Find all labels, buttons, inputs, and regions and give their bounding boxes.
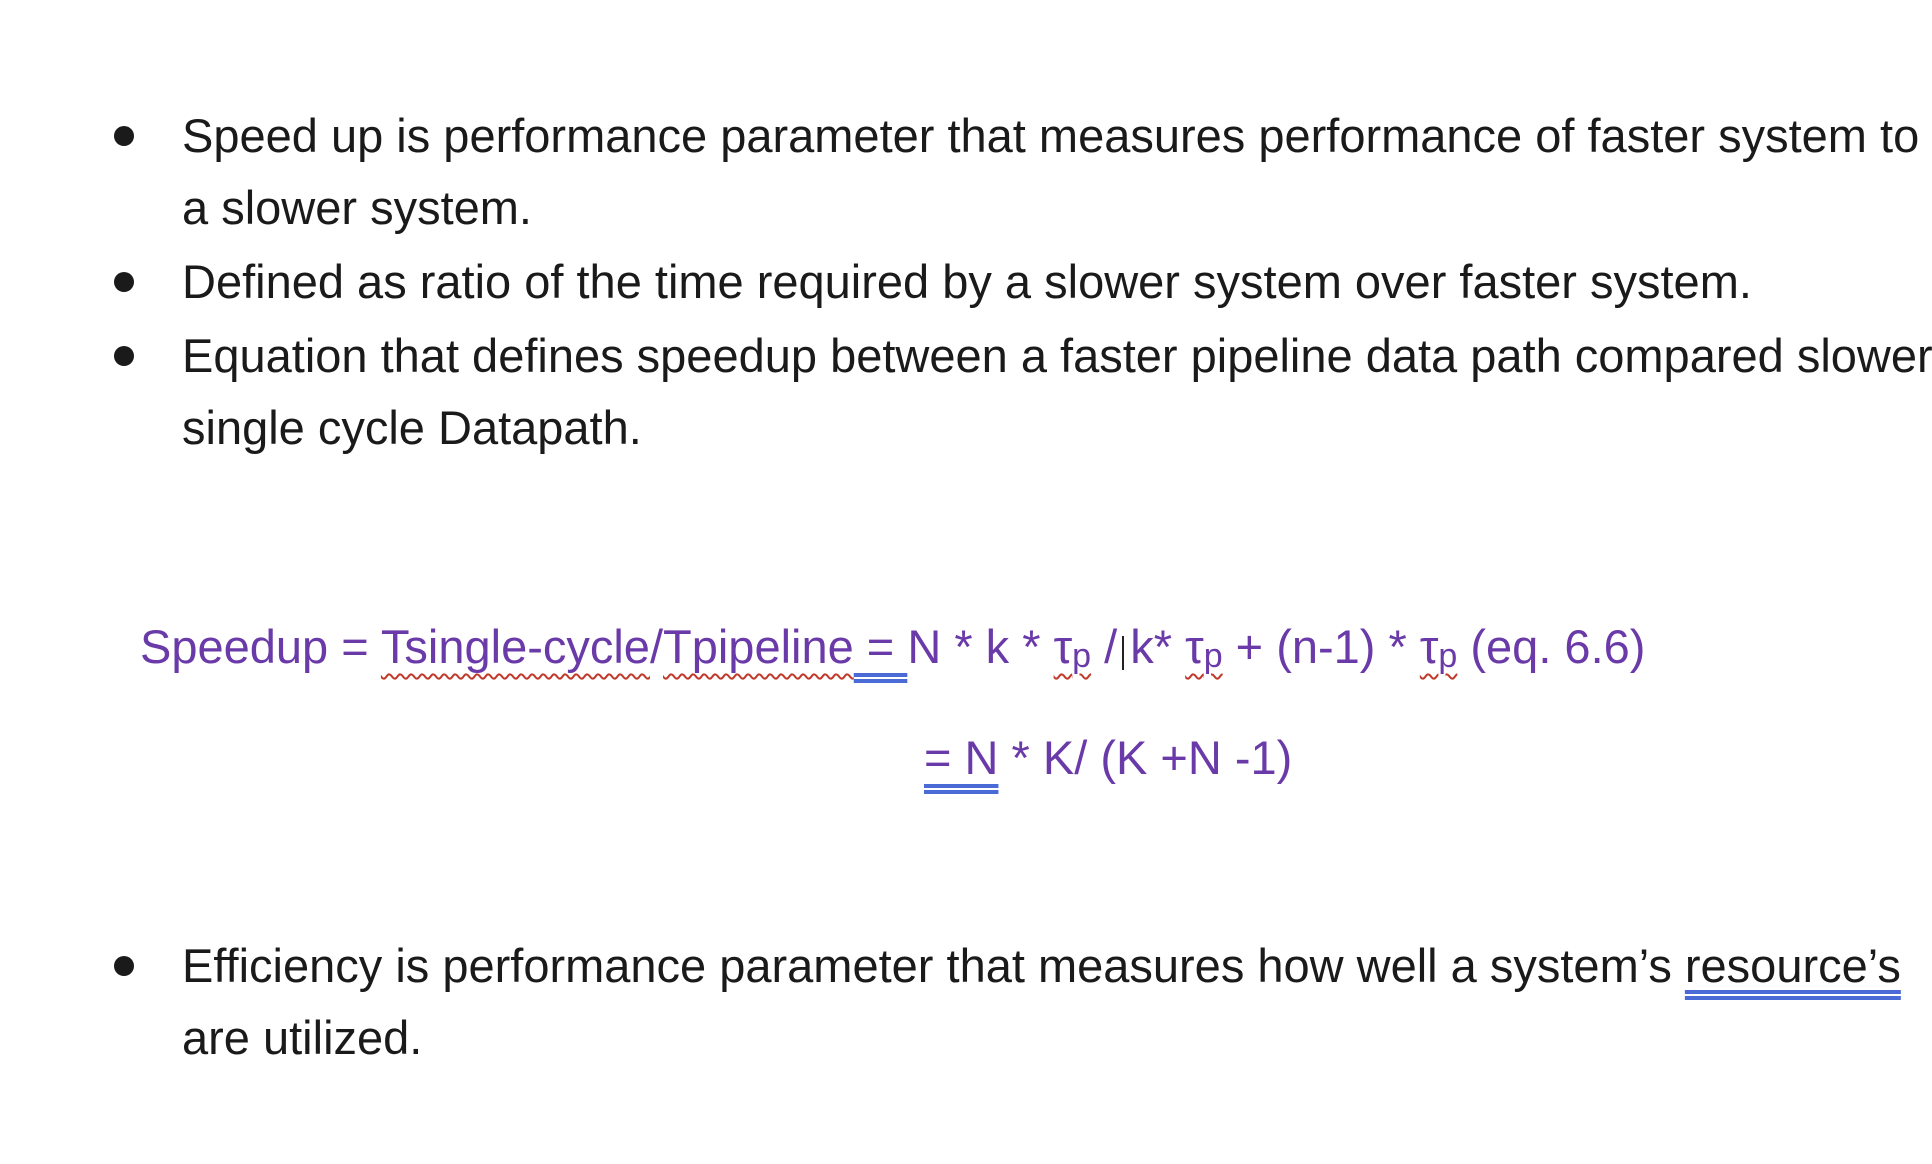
speedup-equation-line-2: = N * K/ (K +N -1) (924, 726, 1292, 790)
eq-tpipeline: Tpipeline (663, 620, 854, 673)
bullet-point-icon (114, 346, 134, 366)
bullet-text: Defined as ratio of the time required by… (182, 255, 1752, 308)
bullet-point-icon (114, 956, 134, 976)
bullet-text: Equation that defines speedup between a … (182, 329, 1932, 454)
bullet-point-icon (114, 272, 134, 292)
bullet-text-underlined: resource’s (1684, 939, 1901, 992)
eq-plus-n-minus-1: + (n-1) * (1222, 620, 1420, 673)
eq-n-k: N * k * (907, 620, 1054, 673)
bullet-list-bottom: Efficiency is performance parameter that… (110, 930, 1932, 1076)
text-cursor-icon (1122, 636, 1136, 670)
eq-div-k: / k* (1091, 620, 1186, 673)
bullet-equation-intro: Equation that defines speedup between a … (110, 320, 1932, 464)
eq-equals: = (328, 620, 381, 673)
bullet-ratio-definition: Defined as ratio of the time required by… (110, 246, 1932, 318)
bullet-text: Speed up is performance parameter that m… (182, 109, 1920, 234)
eq-equals-2: = (853, 620, 908, 673)
eq-line2-rest: * K/ (K +N -1) (998, 731, 1293, 784)
eq-line2-equals-n: = N (924, 731, 999, 784)
eq-slash: / (649, 620, 664, 673)
eq-speedup-label: Speedup (140, 620, 329, 673)
bullet-list-top: Speed up is performance parameter that m… (110, 100, 1932, 466)
bullet-text-after: are utilized. (182, 1011, 423, 1064)
eq-tau-p-2: τp (1185, 620, 1223, 675)
eq-tau-p-3: τp (1419, 620, 1458, 675)
bullet-text-before: Efficiency is performance parameter that… (182, 939, 1685, 992)
speedup-equation-line-1: Speedup = Tsingle-cycle/Tpipeline = N * … (140, 615, 1645, 688)
eq-tsingle: Tsingle-cycle (380, 620, 650, 673)
bullet-point-icon (114, 126, 134, 146)
eq-tau-p-1: τp (1053, 620, 1092, 675)
eq-reference: (eq. 6.6) (1457, 620, 1646, 673)
bullet-speedup-definition: Speed up is performance parameter that m… (110, 100, 1932, 244)
bullet-efficiency-definition: Efficiency is performance parameter that… (110, 930, 1932, 1074)
